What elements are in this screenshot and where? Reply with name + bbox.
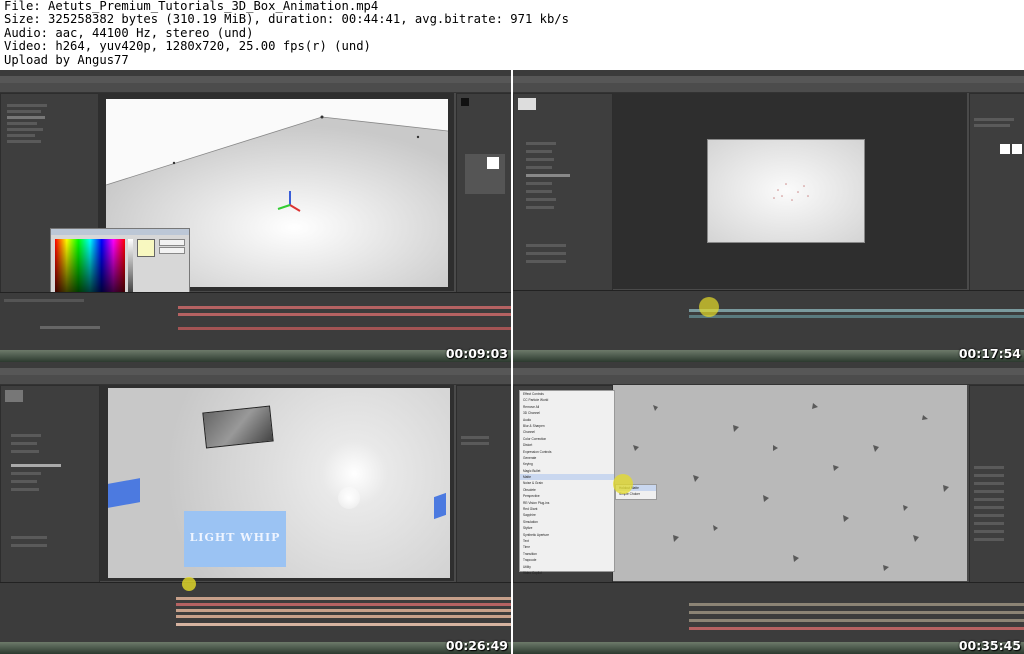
thumbnail-4[interactable]: FileEditCompositionLayerEffect Effect Co… (513, 362, 1024, 654)
cursor-highlight (182, 577, 196, 591)
composition-viewer[interactable] (613, 385, 967, 581)
file-size: Size: 325258382 bytes (310.19 MiB), dura… (4, 12, 569, 27)
menu-bar: FileEditCompositionLayerEffect (0, 368, 511, 384)
blue-plane-right (434, 492, 446, 520)
toolbar (0, 375, 511, 385)
cancel-button[interactable] (159, 247, 185, 254)
timeline-panel (513, 290, 1024, 351)
effects-panel (969, 93, 1024, 291)
effects-panel (456, 385, 511, 583)
menu-item[interactable]: Video Copilot (520, 570, 614, 576)
text-layer-panel: LIGHT WHIP (184, 511, 286, 567)
audio-info: Audio: aac, 44100 Hz, stereo (und) (4, 25, 254, 40)
ok-button[interactable] (159, 239, 185, 246)
windows-taskbar (513, 642, 1024, 654)
menu-bar: FileEditCompositionLayerEffect (513, 76, 1024, 92)
menu-bar: FileEditCompositionLayerEffect (0, 76, 511, 92)
file-name: File: Aetuts_Premium_Tutorials_3D_Box_An… (4, 0, 379, 13)
windows-taskbar (513, 350, 1024, 362)
toolbar (513, 83, 1024, 93)
timeline-panel (513, 582, 1024, 643)
file-info-header: File: Aetuts_Premium_Tutorials_3D_Box_An… (4, 0, 1004, 67)
particle-field (613, 385, 967, 581)
cursor-highlight (699, 297, 719, 317)
image-layer (202, 405, 274, 449)
particle-preview (707, 139, 865, 243)
effects-presets-panel (969, 385, 1024, 583)
effects-context-menu[interactable]: Effect Controls CC Particle World Remove… (519, 390, 615, 575)
composition-viewer[interactable]: LIGHT WHIP (100, 385, 454, 581)
cursor-highlight (613, 474, 633, 494)
toolbar (0, 83, 511, 93)
timeline-panel (0, 577, 511, 643)
timestamp: 00:09:03 (445, 346, 508, 361)
windows-taskbar (0, 642, 511, 654)
composition-viewer[interactable] (613, 93, 967, 289)
thumbnail-3[interactable]: FileEditCompositionLayerEffect LIGHT WHI… (0, 362, 511, 654)
thumbnail-2[interactable]: FileEditCompositionLayerEffect 0 (513, 70, 1024, 362)
color-swatch (137, 239, 155, 257)
video-info: Video: h264, yuv420p, 1280x720, 25.00 fp… (4, 39, 371, 54)
project-panel (0, 385, 100, 583)
info-panel (456, 93, 511, 293)
uploader: Upload by Angus77 (4, 52, 129, 67)
particles (773, 183, 809, 201)
toolbar (513, 375, 1024, 385)
menu-bar: FileEditCompositionLayerEffect (513, 368, 1024, 384)
timeline-panel (0, 292, 511, 351)
light-whip-text: LIGHT WHIP (189, 531, 281, 544)
project-panel (513, 93, 613, 291)
timestamp: 00:17:54 (958, 346, 1021, 361)
windows-taskbar (0, 350, 511, 362)
thumbnail-1[interactable]: FileEditCompositionLayerEffect (0, 70, 511, 362)
light-source (338, 487, 360, 509)
